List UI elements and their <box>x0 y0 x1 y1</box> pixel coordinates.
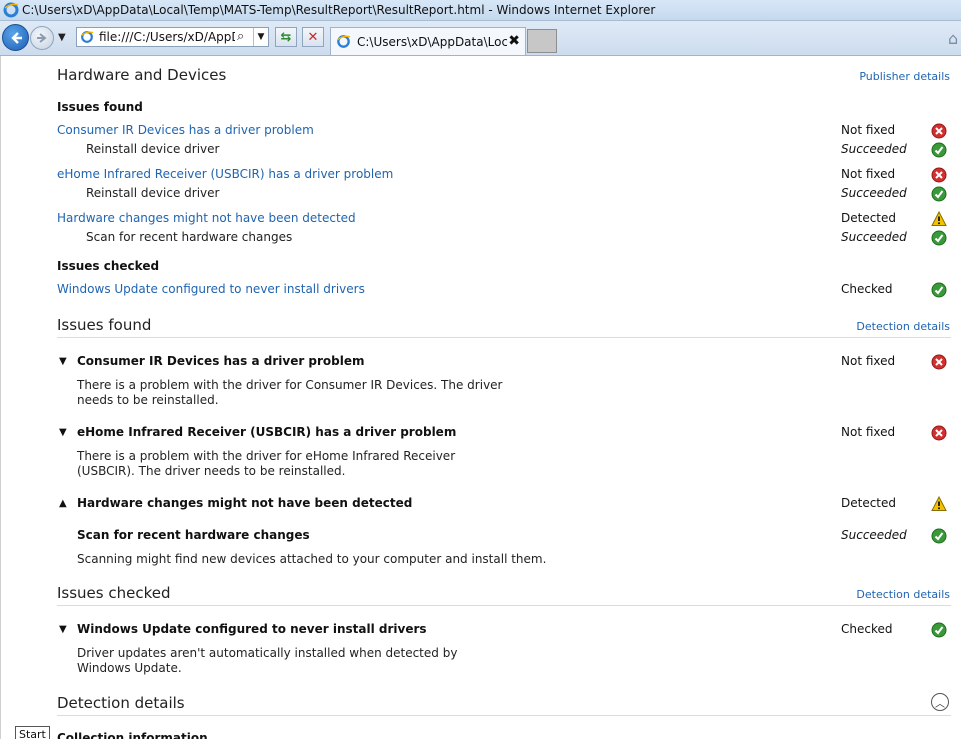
detail-description: There is a problem with the driver for e… <box>77 449 456 478</box>
stop-button[interactable]: ✕ <box>302 27 324 47</box>
issue-status: Not fixed <box>841 167 896 181</box>
refresh-icon: ⇆ <box>280 29 292 45</box>
stop-icon: ✕ <box>307 29 319 45</box>
issues-found-label: Issues found <box>57 100 143 114</box>
success-icon <box>931 622 947 638</box>
address-text[interactable]: file:///C:/Users/xD/AppData <box>99 30 235 44</box>
detail-description: Driver updates aren't automatically inst… <box>77 646 458 675</box>
success-icon <box>931 186 947 202</box>
detail-title[interactable]: Hardware changes might not have been det… <box>77 496 412 510</box>
detail-status: Not fixed <box>841 354 896 368</box>
address-bar[interactable]: file:///C:/Users/xD/AppData ⌕ ▼ <box>76 27 269 47</box>
section-title-detection-details: Detection details <box>57 694 185 712</box>
success-icon <box>931 142 947 158</box>
issue-link[interactable]: Consumer IR Devices has a driver problem <box>57 123 314 137</box>
success-icon <box>931 230 947 246</box>
issues-checked-label: Issues checked <box>57 259 160 273</box>
checked-issue-link[interactable]: Windows Update configured to never insta… <box>57 282 365 296</box>
history-dropdown-icon[interactable]: ▼ <box>58 32 66 43</box>
error-icon <box>931 123 947 139</box>
home-icon[interactable]: ⌂ <box>948 29 958 48</box>
back-arrow-icon <box>10 31 22 44</box>
expand-triangle-icon[interactable]: ▼ <box>59 356 67 367</box>
ie-page-icon <box>337 35 351 48</box>
resolution-action: Reinstall device driver <box>86 186 220 200</box>
refresh-button[interactable]: ⇆ <box>275 27 297 47</box>
section-divider <box>57 605 951 606</box>
address-dropdown-icon[interactable]: ▼ <box>253 28 268 46</box>
detail-status: Detected <box>841 496 897 510</box>
issue-status: Detected <box>841 211 897 225</box>
warning-icon <box>931 496 947 511</box>
collapse-section-button[interactable]: ︿ <box>931 693 949 711</box>
chevron-up-icon: ︿ <box>935 698 945 710</box>
detail-sub-status: Succeeded <box>841 528 907 542</box>
expand-triangle-icon[interactable]: ▼ <box>59 624 67 635</box>
issue-link[interactable]: Hardware changes might not have been det… <box>57 211 356 225</box>
section-title-issues-checked: Issues checked <box>57 584 171 602</box>
resolution-action: Reinstall device driver <box>86 142 220 156</box>
detail-status: Checked <box>841 622 893 636</box>
start-button[interactable]: Start <box>15 726 50 739</box>
detail-status: Not fixed <box>841 425 896 439</box>
collection-information-heading: Collection information <box>57 731 208 739</box>
page-icon <box>81 31 94 43</box>
expand-triangle-icon[interactable]: ▼ <box>59 427 67 438</box>
error-icon <box>931 167 947 183</box>
forward-arrow-icon <box>37 33 47 43</box>
section-divider <box>57 715 951 716</box>
success-icon <box>931 282 947 298</box>
new-tab-button[interactable] <box>527 29 557 53</box>
detail-description: There is a problem with the driver for C… <box>77 378 503 407</box>
detail-subtitle: Scan for recent hardware changes <box>77 528 310 542</box>
section-title-issues-found: Issues found <box>57 316 152 334</box>
resolution-action: Scan for recent hardware changes <box>86 230 293 244</box>
window-title-bar: C:\Users\xD\AppData\Local\Temp\MATS-Temp… <box>0 0 961 21</box>
error-icon <box>931 354 947 370</box>
detection-details-link[interactable]: Detection details <box>856 588 950 601</box>
detection-details-link[interactable]: Detection details <box>856 320 950 333</box>
issue-link[interactable]: eHome Infrared Receiver (USBCIR) has a d… <box>57 167 393 181</box>
section-title-hardware: Hardware and Devices <box>57 66 227 84</box>
window-title: C:\Users\xD\AppData\Local\Temp\MATS-Temp… <box>22 3 656 17</box>
issue-status: Not fixed <box>841 123 896 137</box>
error-icon <box>931 425 947 441</box>
tab-close-icon[interactable]: ✖ <box>508 33 520 49</box>
resolution-status: Succeeded <box>841 142 907 156</box>
detail-title[interactable]: Windows Update configured to never insta… <box>77 622 427 636</box>
warning-icon <box>931 211 947 226</box>
success-icon <box>931 528 947 544</box>
section-divider <box>57 337 951 338</box>
search-icon[interactable]: ⌕ <box>237 29 244 44</box>
forward-button[interactable] <box>30 26 54 50</box>
report-content: Hardware and Devices Publisher details I… <box>0 56 961 739</box>
resolution-status: Succeeded <box>841 186 907 200</box>
resolution-status: Succeeded <box>841 230 907 244</box>
checked-status: Checked <box>841 282 893 296</box>
detail-title[interactable]: Consumer IR Devices has a driver problem <box>77 354 365 368</box>
detail-title[interactable]: eHome Infrared Receiver (USBCIR) has a d… <box>77 425 456 439</box>
collapse-triangle-icon[interactable]: ▲ <box>59 498 67 509</box>
browser-toolbar: ▼ file:///C:/Users/xD/AppData ⌕ ▼ ⇆ ✕ C:… <box>0 21 961 56</box>
publisher-details-link[interactable]: Publisher details <box>859 70 950 83</box>
detail-description: Scanning might find new devices attached… <box>77 552 547 566</box>
ie-logo-icon <box>3 2 19 18</box>
back-button[interactable] <box>2 24 29 51</box>
tab-label: C:\Users\xD\AppData\Loc... <box>357 35 507 49</box>
tab-result-report[interactable]: C:\Users\xD\AppData\Loc... ✖ <box>330 27 526 55</box>
